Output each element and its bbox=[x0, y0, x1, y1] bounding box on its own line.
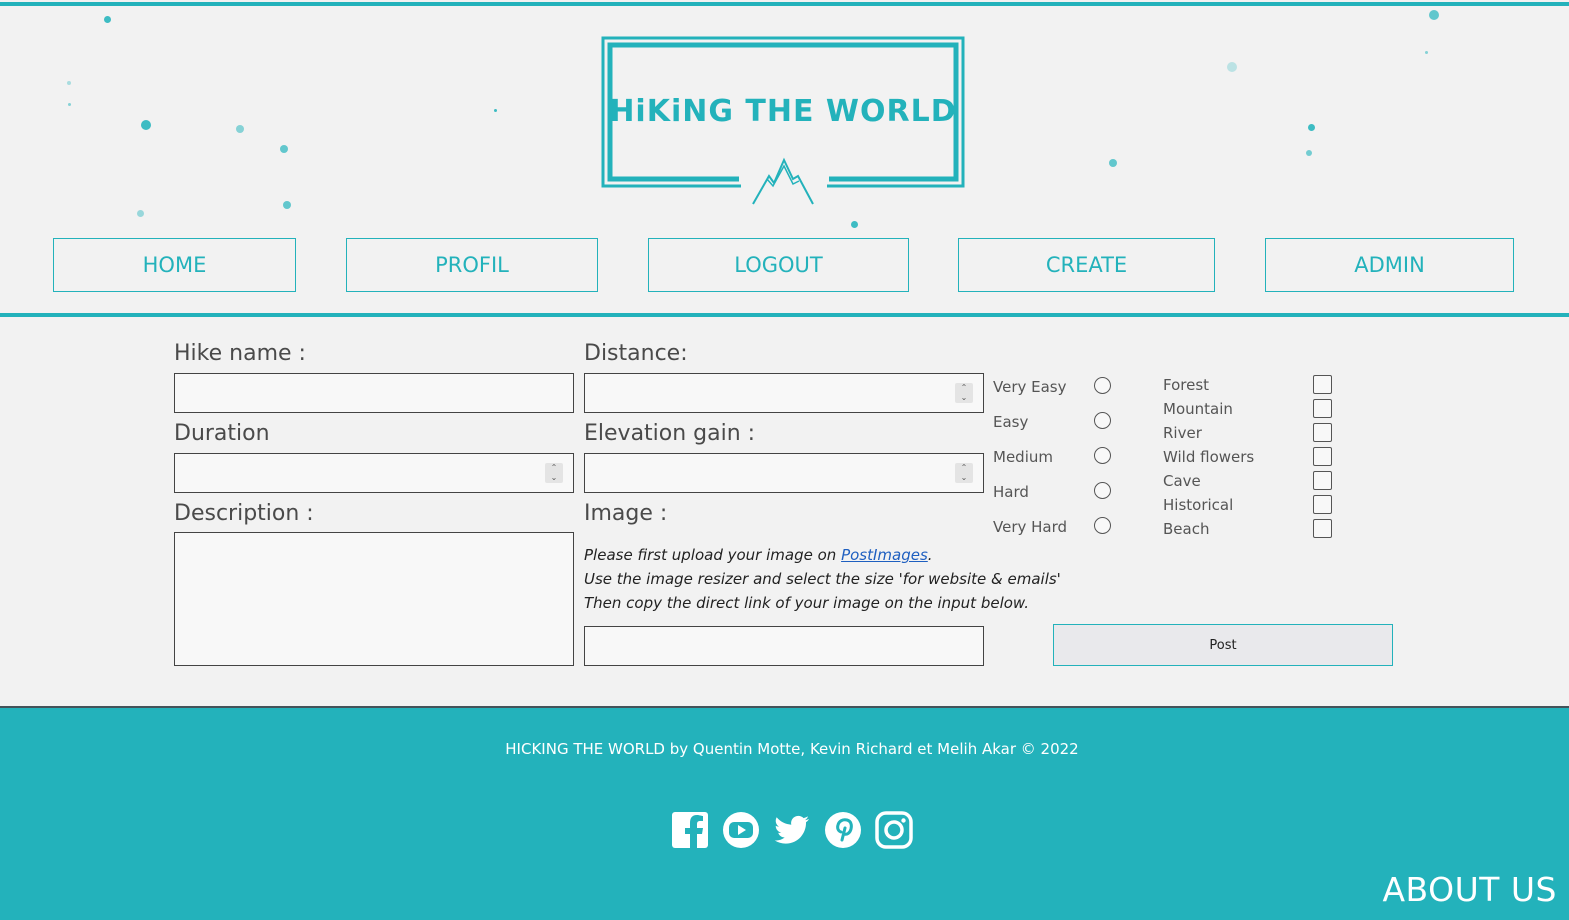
difficulty-label-medium: Medium bbox=[993, 448, 1053, 466]
decor-dot bbox=[141, 120, 151, 130]
duration-spinner[interactable]: ⌃ ⌄ bbox=[545, 463, 563, 483]
tag-checkbox-beach[interactable] bbox=[1313, 519, 1332, 538]
about-us-link[interactable]: ABOUT US bbox=[1382, 870, 1557, 909]
site-logo[interactable]: HiKiNG THE WORLD bbox=[601, 36, 965, 208]
decor-dot bbox=[1109, 159, 1117, 167]
elevation-label: Elevation gain : bbox=[584, 421, 756, 446]
nav-profil-button[interactable]: PROFIL bbox=[346, 238, 598, 292]
decor-dot bbox=[1429, 10, 1439, 20]
image-hint-2: Use the image resizer and select the siz… bbox=[584, 570, 1061, 588]
image-hint-1: Please first upload your image on PostIm… bbox=[584, 546, 933, 564]
decor-dot bbox=[1425, 51, 1428, 54]
decor-dot bbox=[104, 16, 111, 23]
tag-checkbox-historical[interactable] bbox=[1313, 495, 1332, 514]
header: HiKiNG THE WORLD HOME PROFIL LOGOUT CREA… bbox=[0, 6, 1569, 313]
difficulty-radio-very-easy[interactable] bbox=[1094, 377, 1111, 394]
tag-label-wild-flowers: Wild flowers bbox=[1163, 448, 1255, 466]
hike-name-input[interactable] bbox=[174, 373, 574, 413]
post-button[interactable]: Post bbox=[1053, 624, 1393, 666]
decor-dot bbox=[280, 145, 288, 153]
elevation-input[interactable]: ⌃ ⌄ bbox=[584, 453, 984, 493]
distance-label: Distance: bbox=[584, 341, 688, 366]
tag-label-cave: Cave bbox=[1163, 472, 1201, 490]
duration-label: Duration bbox=[174, 421, 270, 446]
decor-dot bbox=[137, 210, 144, 217]
twitter-icon[interactable] bbox=[773, 811, 811, 849]
youtube-icon[interactable] bbox=[722, 811, 760, 849]
nav-home-button[interactable]: HOME bbox=[53, 238, 296, 292]
tag-checkbox-forest[interactable] bbox=[1313, 375, 1332, 394]
elevation-spinner[interactable]: ⌃ ⌄ bbox=[955, 463, 973, 483]
decor-dot bbox=[68, 103, 71, 106]
logo-text: HiKiNG THE WORLD bbox=[609, 94, 957, 129]
image-hint-3: Then copy the direct link of your image … bbox=[584, 594, 1029, 612]
decor-dot bbox=[1308, 124, 1315, 131]
decor-dot bbox=[236, 125, 244, 133]
difficulty-radio-easy[interactable] bbox=[1094, 412, 1111, 429]
decor-dot bbox=[1306, 150, 1312, 156]
distance-spinner[interactable]: ⌃ ⌄ bbox=[955, 383, 973, 403]
nav-create-button[interactable]: CREATE bbox=[958, 238, 1215, 292]
footer-credit: HICKING THE WORLD by Quentin Motte, Kevi… bbox=[505, 740, 1079, 758]
tag-label-mountain: Mountain bbox=[1163, 400, 1233, 418]
decor-dot bbox=[67, 81, 71, 85]
description-textarea[interactable] bbox=[174, 532, 574, 666]
tag-checkbox-wild-flowers[interactable] bbox=[1313, 447, 1332, 466]
nav-logout-button[interactable]: LOGOUT bbox=[648, 238, 909, 292]
decor-dot bbox=[494, 109, 497, 112]
nav-admin-button[interactable]: ADMIN bbox=[1265, 238, 1514, 292]
decor-dot bbox=[1227, 62, 1237, 72]
image-hint-1-suffix: . bbox=[927, 546, 933, 564]
tag-label-historical: Historical bbox=[1163, 496, 1234, 514]
decor-dot bbox=[851, 221, 858, 228]
difficulty-label-easy: Easy bbox=[993, 413, 1029, 431]
decor-dot bbox=[283, 201, 291, 209]
tag-label-forest: Forest bbox=[1163, 376, 1210, 394]
tag-label-beach: Beach bbox=[1163, 520, 1210, 538]
pinterest-icon[interactable] bbox=[824, 811, 862, 849]
instagram-icon[interactable] bbox=[875, 811, 913, 849]
tag-checkbox-river[interactable] bbox=[1313, 423, 1332, 442]
tag-label-river: River bbox=[1163, 424, 1202, 442]
difficulty-label-hard: Hard bbox=[993, 483, 1029, 501]
postimages-link[interactable]: PostImages bbox=[841, 546, 928, 564]
image-hint-1-text: Please first upload your image on bbox=[584, 546, 842, 564]
description-label: Description : bbox=[174, 501, 314, 526]
difficulty-radio-very-hard[interactable] bbox=[1094, 517, 1111, 534]
difficulty-label-very-hard: Very Hard bbox=[993, 518, 1068, 536]
difficulty-radio-medium[interactable] bbox=[1094, 447, 1111, 464]
duration-input[interactable]: ⌃ ⌄ bbox=[174, 453, 574, 493]
distance-input[interactable]: ⌃ ⌄ bbox=[584, 373, 984, 413]
footer: HICKING THE WORLD by Quentin Motte, Kevi… bbox=[0, 706, 1569, 920]
difficulty-label-very-easy: Very Easy bbox=[993, 378, 1067, 396]
facebook-icon[interactable] bbox=[671, 811, 709, 849]
image-url-input[interactable] bbox=[584, 626, 984, 666]
tag-checkbox-cave[interactable] bbox=[1313, 471, 1332, 490]
header-divider bbox=[0, 313, 1569, 317]
image-label: Image : bbox=[584, 501, 668, 526]
footer-divider bbox=[0, 706, 1569, 708]
hike-name-label: Hike name : bbox=[174, 341, 306, 366]
difficulty-radio-hard[interactable] bbox=[1094, 482, 1111, 499]
tag-checkbox-mountain[interactable] bbox=[1313, 399, 1332, 418]
